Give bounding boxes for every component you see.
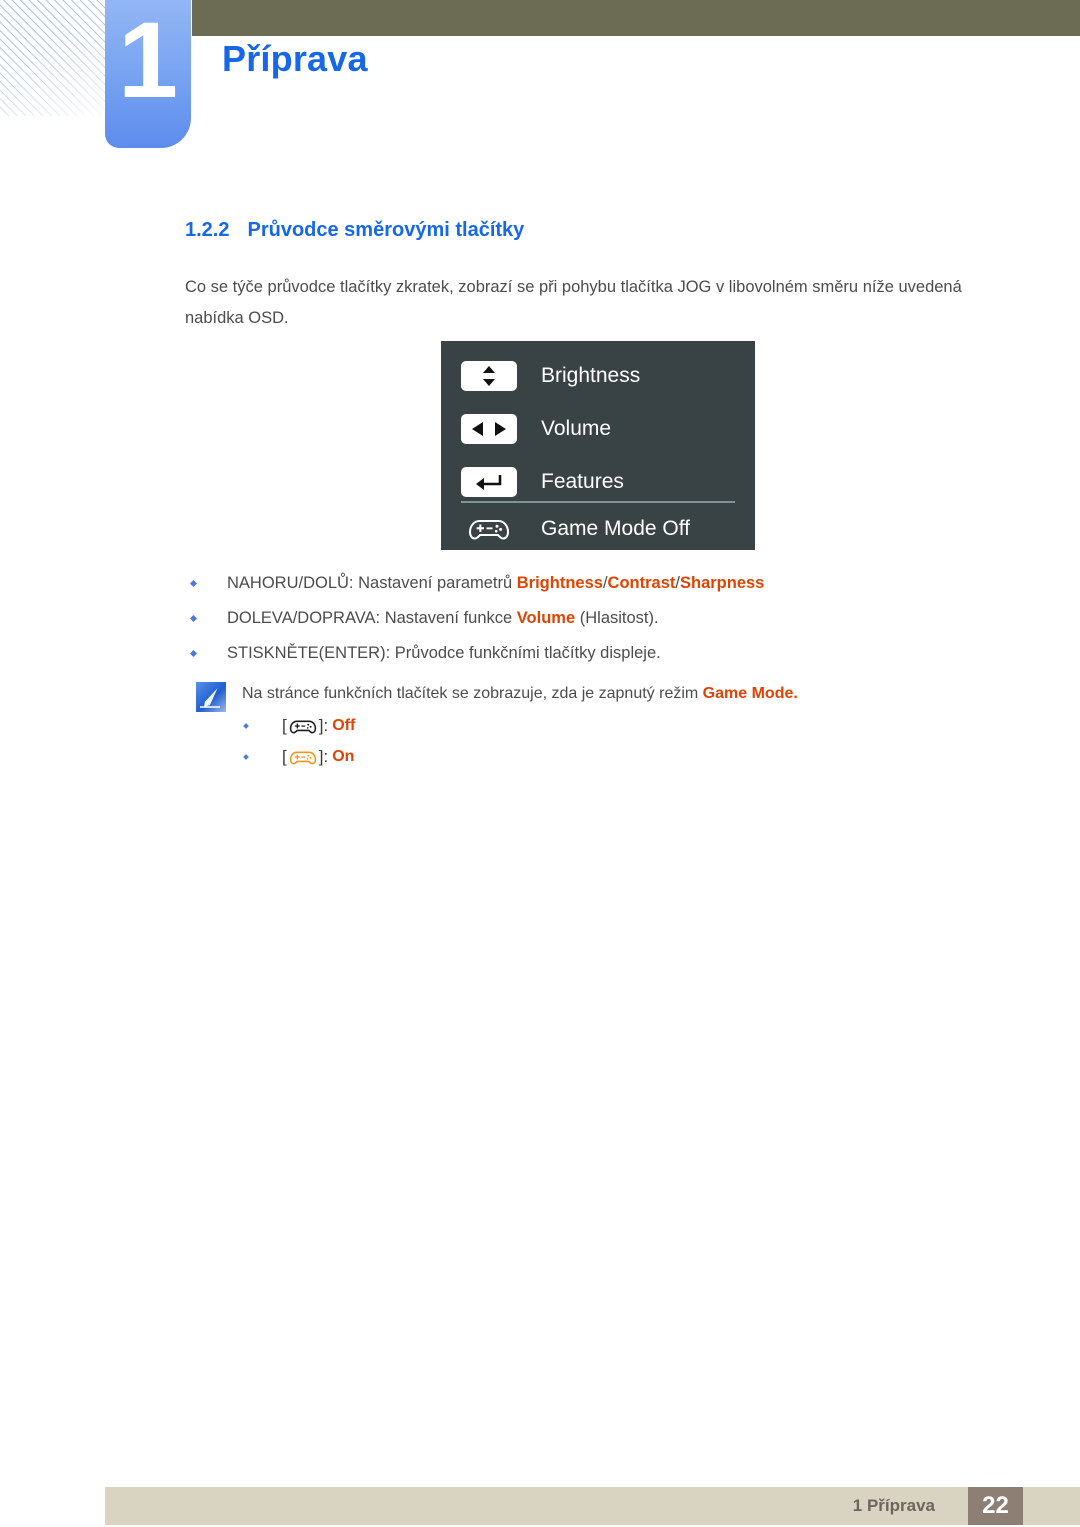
note-sub-item-off: [ ]: Off [242, 714, 355, 738]
bullet-text-prefix: DOLEVA/DOPRAVA: Nastavení funkce [227, 609, 517, 627]
bullet-list: NAHORU/DOLŮ: Nastavení parametrů Brightn… [185, 566, 985, 671]
osd-row-game-mode: Game Mode Off [441, 509, 755, 549]
header-olive-bar [192, 0, 1080, 36]
chapter-tab: 1 [105, 0, 191, 148]
section-title: Průvodce směrovými tlačítky [247, 219, 525, 241]
intro-paragraph: Co se týče průvodce tlačítky zkratek, zo… [185, 278, 962, 327]
chapter-number: 1 [117, 0, 179, 120]
list-item: DOLEVA/DOPRAVA: Nastavení funkce Volume … [185, 601, 985, 636]
bracket-close: ]: [318, 716, 329, 735]
osd-row-volume: Volume [441, 402, 755, 455]
osd-label-game-mode: Game Mode Off [541, 517, 691, 540]
page-number: 22 [982, 1492, 1009, 1519]
note-text-highlight: Game Mode. [702, 685, 798, 702]
section-number: 1.2.2 [185, 219, 230, 241]
up-down-arrows-icon [461, 360, 517, 391]
osd-divider [461, 501, 735, 503]
footer-label: 1 Příprava [852, 1496, 935, 1515]
enter-arrow-icon [461, 466, 517, 497]
osd-row-brightness: Brightness [441, 349, 755, 402]
osd-label-brightness: Brightness [541, 363, 641, 387]
footer-page-box: 22 [968, 1487, 1023, 1525]
gamepad-icon [461, 514, 517, 544]
note-state-value: On [332, 748, 355, 765]
note-state-value: Off [332, 717, 356, 734]
gamepad-icon-orange [288, 748, 318, 767]
osd-label-volume: Volume [541, 416, 612, 440]
bullet-text-suffix: (Hlasitost). [575, 609, 659, 627]
bullet-text-prefix: NAHORU/DOLŮ: Nastavení parametrů [227, 574, 517, 592]
bullet-text-prefix: STISKNĚTE(ENTER): Průvodce funkčními tla… [227, 644, 661, 662]
bullet-highlight: Brightness [516, 574, 603, 592]
bullet-highlight: Volume [516, 609, 576, 627]
section-heading: 1.2.2 Průvodce směrovými tlačítky [185, 219, 524, 242]
osd-label-features: Features [541, 469, 624, 493]
bracket-open: [ [282, 747, 287, 766]
osd-menu-graphic: Brightness Volume Features Game Mode Off [441, 341, 755, 550]
bracket-close: ]: [318, 747, 329, 766]
note-text-prefix: Na stránce funkčních tlačítek se zobrazu… [242, 685, 703, 702]
chapter-title: Příprava [222, 38, 368, 79]
left-right-arrows-icon [461, 413, 517, 444]
note-sub-item-on: [ ]: On [242, 745, 354, 769]
list-item: STISKNĚTE(ENTER): Průvodce funkčními tla… [185, 636, 985, 671]
list-item: NAHORU/DOLŮ: Nastavení parametrů Brightn… [185, 566, 985, 601]
bullet-highlight: Contrast [607, 574, 676, 592]
note-text: Na stránce funkčních tlačítek se zobrazu… [242, 681, 798, 707]
bullet-highlight: Sharpness [679, 574, 765, 592]
page-header: 1 Příprava [0, 0, 1080, 160]
gamepad-icon-black [288, 717, 318, 736]
note-pen-icon [196, 682, 226, 712]
bracket-open: [ [282, 716, 287, 735]
